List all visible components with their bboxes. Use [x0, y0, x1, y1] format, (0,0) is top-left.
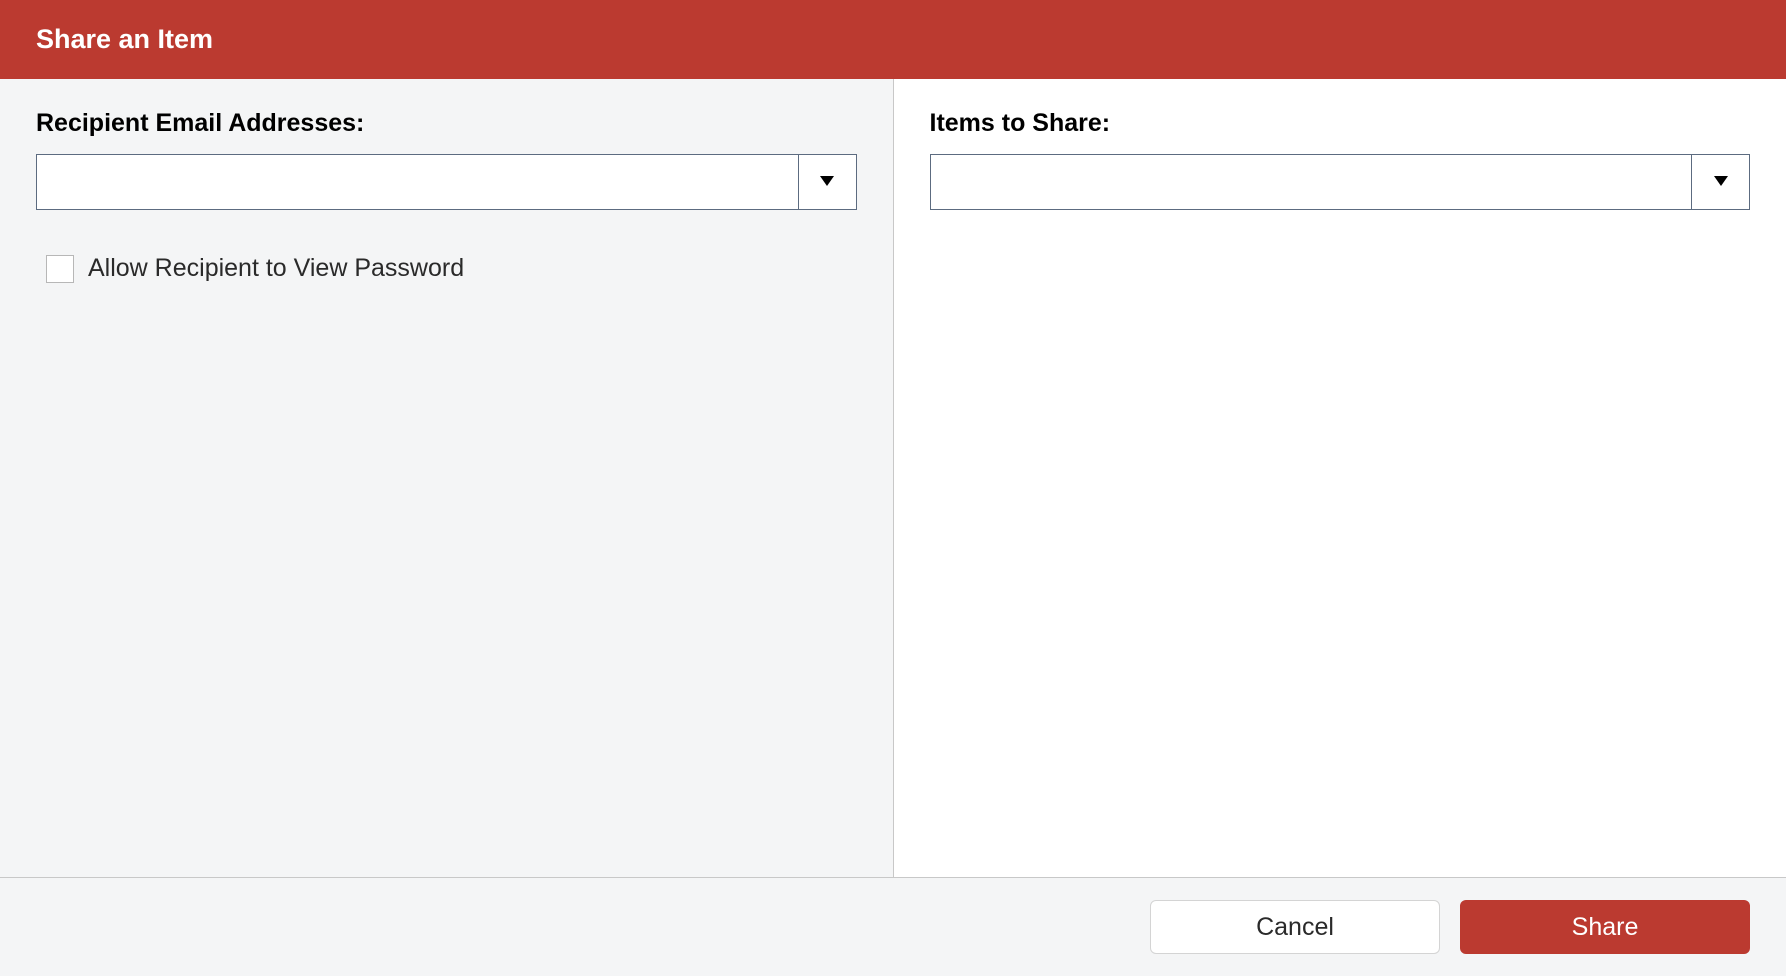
share-button-label: Share — [1572, 913, 1639, 942]
right-panel: Items to Share: — [894, 79, 1786, 877]
recipient-emails-combo[interactable] — [36, 154, 857, 210]
recipient-emails-dropdown-toggle[interactable] — [798, 155, 856, 209]
items-to-share-label: Items to Share: — [930, 109, 1751, 138]
cancel-button[interactable]: Cancel — [1150, 900, 1440, 954]
dialog-title: Share an Item — [36, 24, 213, 54]
items-to-share-combo[interactable] — [930, 154, 1751, 210]
left-panel: Recipient Email Addresses: Allow Recipie… — [0, 79, 894, 877]
share-button[interactable]: Share — [1460, 900, 1750, 954]
recipient-emails-input[interactable] — [37, 155, 798, 209]
allow-view-password-checkbox[interactable] — [46, 255, 74, 283]
allow-view-password-label: Allow Recipient to View Password — [88, 254, 464, 283]
items-to-share-input[interactable] — [931, 155, 1692, 209]
items-to-share-dropdown-toggle[interactable] — [1691, 155, 1749, 209]
dialog-titlebar: Share an Item — [0, 0, 1786, 79]
dialog-content: Recipient Email Addresses: Allow Recipie… — [0, 79, 1786, 877]
allow-view-password-row: Allow Recipient to View Password — [36, 254, 857, 283]
cancel-button-label: Cancel — [1256, 913, 1334, 942]
recipient-emails-label: Recipient Email Addresses: — [36, 109, 857, 138]
dialog-footer: Cancel Share — [0, 877, 1786, 976]
caret-down-icon — [820, 173, 834, 191]
caret-down-icon — [1714, 173, 1728, 191]
